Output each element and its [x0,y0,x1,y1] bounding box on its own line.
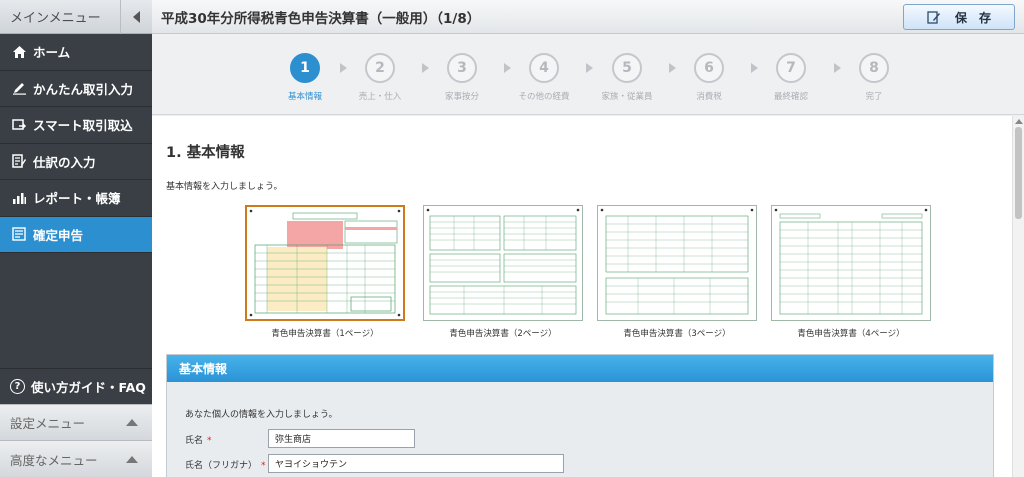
sidebar-item-label: 仕訳の入力 [33,154,96,170]
advanced-menu-label: 高度なメニュー [10,452,98,468]
name-input[interactable]: 弥生商店 [268,429,415,448]
tax-return-icon [10,225,28,243]
sidebar-item-home[interactable]: ホーム [0,34,152,71]
scroll-up-icon[interactable] [1014,119,1023,124]
furigana-label-text: 氏名（フリガナ） [185,461,258,471]
step-number: 6 [694,53,724,83]
step-label: その他の経費 [518,92,570,102]
form-page-1-preview [249,209,401,317]
step-label: 売上・仕入 [358,92,402,102]
step-label: 完了 [865,92,883,102]
sidebar-item-label: ホーム [33,45,71,61]
section-title: 1. 基本情報 [166,145,245,161]
step-label: 基本情報 [287,92,322,102]
step-label: 消費税 [696,92,722,102]
step-number: 1 [290,53,320,83]
form-thumbnail-page-3[interactable] [597,205,757,321]
form-thumbnail-page-1[interactable] [245,205,405,321]
name-label-text: 氏名 [185,436,204,446]
section-intro: 基本情報を入力しましょう。 [166,182,283,192]
step-3[interactable]: 3 家事按分 [427,53,497,102]
sidebar: メインメニュー ホーム かんたん取引入力 スマート取引取込 仕訳の入力 レポート… [0,0,152,477]
collapse-arrow-icon [133,10,140,23]
thumbnail-label: 青色申告決算書（2ページ） [449,329,557,339]
name-field-label: 氏名 * [185,433,212,446]
sidebar-item-easy-entry[interactable]: かんたん取引入力 [0,71,152,107]
step-number: 7 [776,53,806,83]
sidebar-item-reports[interactable]: レポート・帳簿 [0,180,152,217]
import-icon [10,116,28,134]
thumbnail-label: 青色申告決算書（4ページ） [797,329,905,339]
sidebar-item-tax-return[interactable]: 確定申告 [0,216,152,253]
form-thumbnail-page-4[interactable] [771,205,931,321]
report-icon [10,189,28,207]
help-icon: ? [10,379,25,394]
advanced-menu-toggle[interactable]: 高度なメニュー [0,440,152,477]
home-icon [10,43,28,61]
save-button[interactable]: 保 存 [903,4,1015,30]
furigana-input-value: ヤヨイショウテン [275,460,348,470]
vertical-scrollbar[interactable] [1012,116,1024,477]
form-page-3-preview [600,208,754,315]
journal-icon [10,152,28,170]
page-title: 平成30年分所得税青色申告決算書（一般用）（1/8） [161,10,481,27]
settings-menu-toggle[interactable]: 設定メニュー [0,404,152,440]
guide-faq-link[interactable]: ? 使い方ガイド・FAQ [0,368,152,404]
expand-up-icon [126,419,138,426]
form-page-4-preview [774,208,928,315]
sidebar-item-label: かんたん取引入力 [33,81,134,97]
step-number: 2 [365,53,395,83]
step-number: 4 [529,53,559,83]
step-label: 最終確認 [773,92,808,102]
scroll-thumb[interactable] [1015,127,1022,219]
step-number: 5 [612,53,642,83]
guide-faq-label: 使い方ガイド・FAQ [31,380,146,395]
expand-up-icon [126,455,138,463]
step-label: 家事按分 [444,92,479,102]
sidebar-item-label: 確定申告 [33,227,84,243]
sidebar-item-journal[interactable]: 仕訳の入力 [0,144,152,180]
step-1[interactable]: 1 基本情報 [270,53,340,102]
main-menu-header: メインメニュー [0,0,152,34]
form-thumbnail-page-2[interactable] [423,205,583,321]
thumbnail-label: 青色申告決算書（1ページ） [271,329,379,339]
step-8[interactable]: 8 完了 [839,53,909,102]
step-label: 家族・従業員 [601,92,653,102]
pencil-icon [10,79,28,97]
step-4[interactable]: 4 その他の経費 [509,53,579,102]
required-mark: * [207,436,212,446]
step-5[interactable]: 5 家族・従業員 [592,53,662,102]
save-pencil-icon [927,11,940,24]
save-label: 保 存 [954,10,991,25]
settings-menu-label: 設定メニュー [10,416,86,431]
step-number: 3 [447,53,477,83]
sidebar-item-label: レポート・帳簿 [33,191,121,207]
basic-info-panel: 基本情報 あなた個人の情報を入力しましょう。 氏名 * 弥生商店 氏名（フリガナ）… [166,354,994,477]
name-input-value: 弥生商店 [275,435,312,445]
top-bar: 平成30年分所得税青色申告決算書（一般用）（1/8） 保 存 [152,0,1024,34]
thumbnail-label: 青色申告決算書（3ページ） [623,329,731,339]
sidebar-item-label: スマート取引取込 [33,118,133,134]
panel-intro: あなた個人の情報を入力しましょう。 [185,410,338,420]
step-6[interactable]: 6 消費税 [674,53,744,102]
furigana-field-label: 氏名（フリガナ） * [185,458,266,471]
sidebar-item-smart-import[interactable]: スマート取引取込 [0,107,152,144]
step-2[interactable]: 2 売上・仕入 [345,53,415,102]
main-menu-label: メインメニュー [10,11,101,26]
form-page-2-preview [426,208,580,315]
step-number: 8 [859,53,889,83]
step-7[interactable]: 7 最終確認 [756,53,826,102]
panel-title: 基本情報 [167,355,993,382]
main-content: 1. 基本情報 基本情報を入力しましょう。 青色申告決算書（1ページ） 青色申告… [152,116,1012,477]
collapse-sidebar-button[interactable] [120,0,152,34]
required-mark: * [261,461,266,471]
furigana-input[interactable]: ヤヨイショウテン [268,454,564,473]
step-progress-bar: 1 基本情報 2 売上・仕入 3 家事按分 4 その他の経費 5 家族・従業員 … [152,35,1024,115]
